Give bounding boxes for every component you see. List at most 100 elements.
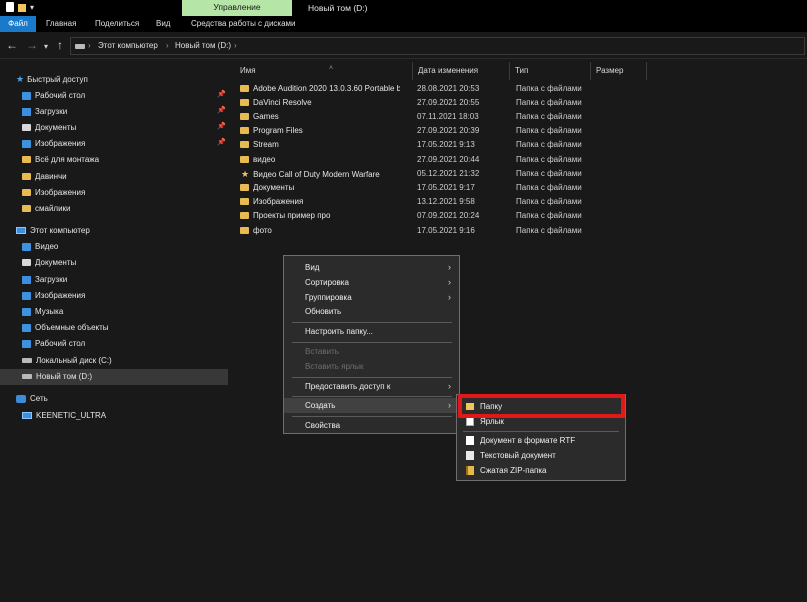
sidebar-item-downloads[interactable]: Загрузки [22,104,67,120]
sidebar-item-music[interactable]: Музыка [22,304,63,320]
ribbon-tabs: Файл Главная Поделиться Вид Средства раб… [0,16,807,32]
menu-item-new-rtf[interactable]: Документ в формате RTF [457,433,625,448]
table-row[interactable]: Проекты пример про 07.09.2021 20:24 Папка … [240,209,600,223]
table-row[interactable]: Изображения 13.12.2021 9:58 Папка с файлам… [240,195,600,209]
back-arrow-icon[interactable]: ← [6,38,18,52]
sidebar-item-pc-desktop[interactable]: Рабочий стол [22,336,85,352]
sidebar-item-quick-access[interactable]: ★ Быстрый доступ [16,71,88,87]
menu-item-new-text[interactable]: Текстовый документ [457,448,625,463]
sidebar-item-3d-objects[interactable]: Объемные объекты [22,320,109,336]
sidebar-item-smileys[interactable]: смайлики [22,201,71,217]
folder-icon [22,189,31,197]
menu-item-customize-folder[interactable]: Настроить папку... [284,324,459,339]
text-document-icon [466,451,474,460]
table-row[interactable]: Program Files 27.09.2021 20:39 Папка с фай… [240,124,600,138]
table-row[interactable]: Adobe Audition 2020 13.0.3.60 Portable b… [240,82,600,96]
column-header-name[interactable]: ˄ Имя [235,62,413,80]
column-header-date[interactable]: Дата изменения [413,62,510,80]
chevron-right-icon: › [234,41,237,50]
folder-icon [22,173,31,181]
forward-arrow-icon[interactable]: → [26,38,38,52]
properties-icon[interactable] [6,2,14,12]
menu-item-create[interactable]: Создать › [284,398,459,413]
menu-item-refresh[interactable]: Обновить [284,304,459,319]
sidebar-item-network[interactable]: Сеть [16,391,48,407]
customize-qat-icon[interactable]: ▾ [30,3,34,12]
sidebar-item-desktop[interactable]: Рабочий стол [22,88,85,104]
menu-separator [292,396,452,397]
breadcrumb-drive-d[interactable]: Новый том (D:) [175,41,231,50]
table-row[interactable]: DaVinci Resolve 27.09.2021 20:55 Папка с ф… [240,96,600,110]
sidebar-item-davinci[interactable]: Давинчи [22,169,67,185]
drive-icon [75,44,85,49]
sidebar-item-pc-pictures[interactable]: Изображения [22,288,85,304]
menu-item-properties[interactable]: Свойства [284,418,459,433]
table-row[interactable]: Документы 17.05.2021 9:17 Папка с файлами [240,181,600,195]
address-box[interactable]: › Этот компьютер › Новый том (D:) › [70,37,805,55]
tab-view[interactable]: Вид [156,16,170,32]
tab-drive-tools[interactable]: Средства работы с дисками [191,16,296,32]
sidebar-item-drive-c[interactable]: Локальный диск (C:) [22,353,112,369]
folder-icon [240,99,249,107]
menu-separator [463,431,619,432]
tab-share[interactable]: Поделиться [95,16,139,32]
folder-icon [22,156,31,164]
folder-icon [240,113,249,121]
table-row[interactable]: Games 07.11.2021 18:03 Папка с файлами [240,110,600,124]
table-row[interactable]: ★ Видео Call of Duty Modern Warfare 05.12.… [240,167,600,181]
chevron-right-icon: › [166,41,169,50]
create-submenu: Папку Ярлык Документ в формате RTF Текст… [456,394,626,481]
download-icon [22,107,31,116]
pin-icon[interactable]: 📌 [217,122,226,130]
address-bar-row: ← → ▾ ↑ › Этот компьютер › Новый том (D:… [0,33,807,59]
up-arrow-icon[interactable]: ↑ [57,38,63,52]
menu-separator [292,416,452,417]
folder-icon [240,156,249,164]
computer-icon [16,227,26,235]
menu-item-new-zip[interactable]: Сжатая ZIP-папка [457,463,625,478]
music-icon [22,307,31,316]
sidebar-item-documents[interactable]: Документы [22,120,76,136]
sidebar-item-pictures-2[interactable]: Изображения [22,185,85,201]
new-folder-icon[interactable] [18,3,26,12]
menu-item-paste[interactable]: Вставить [284,344,459,359]
column-header-type[interactable]: Тип [510,62,591,80]
sidebar-item-pc-documents[interactable]: Документы [22,255,76,271]
sidebar-item-keenetic[interactable]: KEENETIC_ULTRA [22,408,106,424]
sidebar-item-this-pc[interactable]: Этот компьютер [16,223,90,239]
sidebar-item-pc-downloads[interactable]: Загрузки [22,272,67,288]
menu-item-new-folder[interactable]: Папку [457,399,625,414]
chevron-right-icon: › [448,292,451,302]
breadcrumb-this-pc[interactable]: Этот компьютер [98,41,158,50]
window-title: Новый том (D:) [308,3,368,13]
column-header-size[interactable]: Размер [591,62,647,80]
pin-icon[interactable]: 📌 [217,90,226,98]
sidebar-item-montage[interactable]: Всё для монтажа [22,152,99,168]
recent-locations-icon[interactable]: ▾ [44,40,48,54]
pin-icon[interactable]: 📌 [217,138,226,146]
tab-file[interactable]: Файл [0,16,36,32]
menu-item-share[interactable]: Предоставить доступ к › [284,379,459,394]
manage-tab[interactable]: Управление [182,0,292,16]
menu-separator [292,377,452,378]
zip-folder-icon [466,466,474,475]
table-row[interactable]: фото 17.05.2021 9:16 Папка с файлами [240,224,600,238]
sidebar-item-drive-d[interactable]: Новый том (D:) [0,369,228,385]
sidebar-item-video[interactable]: Видео [22,239,58,255]
documents-icon [22,259,31,267]
context-menu: Вид › Сортировка › Группировка › Обновить Н… [283,255,460,434]
navigation-pane: ★ Быстрый доступ Рабочий стол Загрузки До… [0,66,228,602]
table-row[interactable]: видео 27.09.2021 20:44 Папка с файлами [240,153,600,167]
table-row[interactable]: Stream 17.05.2021 9:13 Папка с файлами [240,138,600,152]
menu-item-view[interactable]: Вид › [284,260,459,275]
pin-icon[interactable]: 📌 [217,106,226,114]
network-icon [16,394,26,403]
menu-separator [292,322,452,323]
menu-item-new-shortcut[interactable]: Ярлык [457,414,625,429]
menu-item-paste-shortcut[interactable]: Вставить ярлык [284,359,459,374]
menu-item-sort[interactable]: Сортировка › [284,275,459,290]
menu-item-group[interactable]: Группировка › [284,290,459,305]
download-icon [22,275,31,284]
tab-home[interactable]: Главная [46,16,76,32]
sidebar-item-pictures[interactable]: Изображения [22,136,85,152]
